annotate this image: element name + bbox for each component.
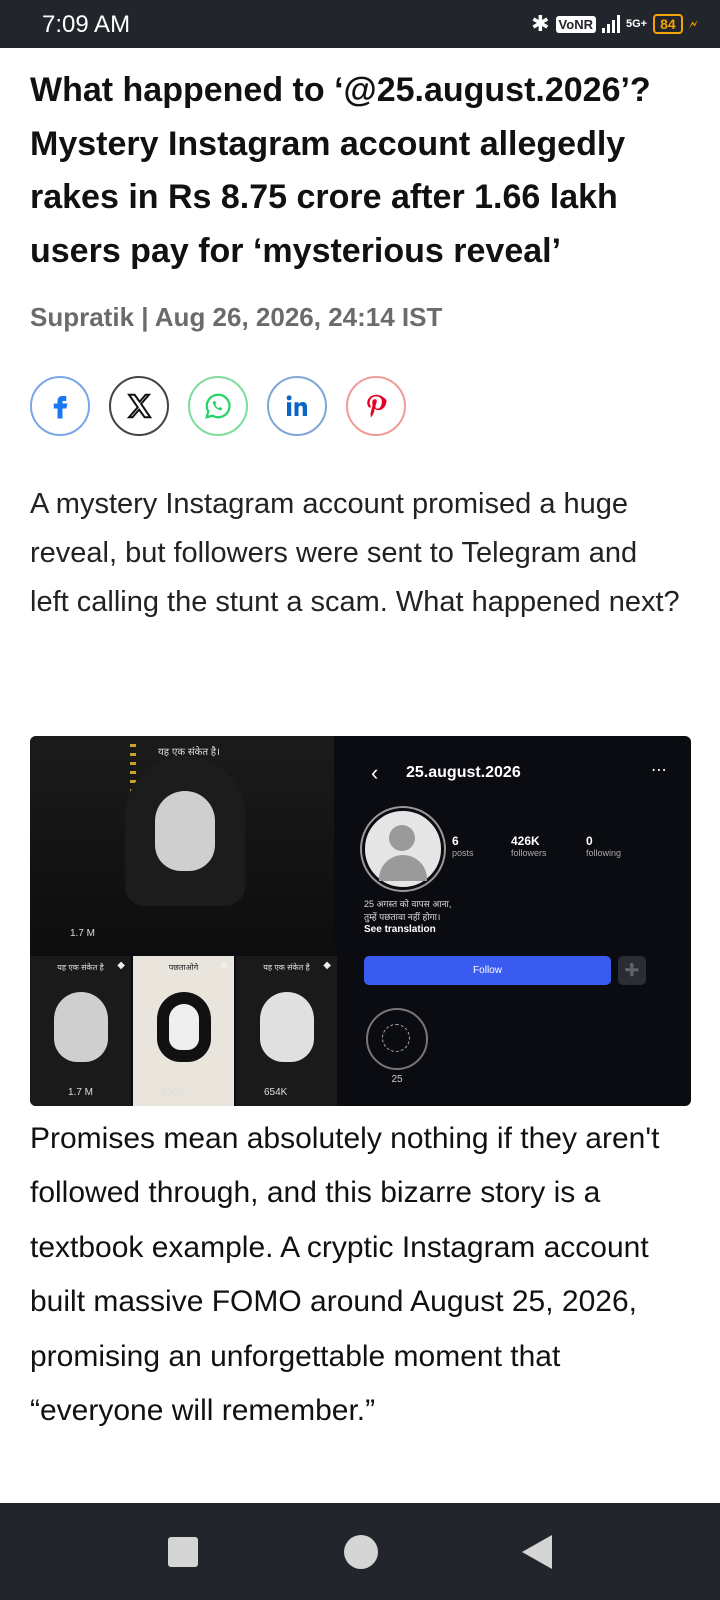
profile-avatar xyxy=(362,808,444,890)
bluetooth-icon: ✱ xyxy=(531,11,550,36)
facebook-icon xyxy=(53,396,68,419)
tile-caption: यह एक संकेत है xyxy=(57,963,104,972)
share-facebook-button[interactable] xyxy=(30,376,90,436)
bio-line: 25 अगस्त को वापस आना, xyxy=(364,899,452,909)
article-image[interactable]: यह एक संकेत है। 1.7 M यह एक संकेत है 1.7… xyxy=(30,736,691,1106)
home-circle-icon[interactable] xyxy=(344,1535,378,1569)
status-time: 7:09 AM xyxy=(42,11,131,38)
reel-caption: यह एक संकेत है। xyxy=(158,747,220,758)
battery-icon: 84 xyxy=(653,14,683,34)
reel-views: 1.7 M xyxy=(70,928,96,939)
linkedin-icon xyxy=(286,395,307,416)
share-bar xyxy=(30,376,406,436)
more-icon: ⋯ xyxy=(651,762,667,779)
followers-label: followers xyxy=(511,848,547,858)
followers-stat: 426K followers xyxy=(511,834,547,858)
tile-views: 1.7 M xyxy=(68,1087,94,1098)
reel-tile: यह एक संकेत है 654K ◆ xyxy=(236,956,337,1106)
share-linkedin-button[interactable] xyxy=(267,376,327,436)
pin-icon: ◆ xyxy=(220,960,228,971)
profile-bio: 25 अगस्त को वापस आना, तुम्हें पछतावा नही… xyxy=(364,898,451,924)
status-bar: 7:09 AM ✱ VoNR 5G+ 84 🗲 xyxy=(0,0,720,48)
add-user-icon: ➕ xyxy=(618,956,646,985)
tile-views: 806K xyxy=(161,1087,185,1098)
article-headline: What happened to ‘@25.august.2026’? Myst… xyxy=(30,71,651,270)
article-body: Promises mean absolutely nothing if they… xyxy=(30,1122,660,1428)
pinterest-icon xyxy=(367,394,387,418)
follow-button: Follow xyxy=(364,956,611,985)
following-label: following xyxy=(586,848,622,858)
tile-caption: यह एक संकेत है xyxy=(263,963,310,972)
article-byline: Supratik | Aug 26, 2026, 24:14 IST xyxy=(30,302,443,332)
posts-stat: 6 posts xyxy=(452,834,474,858)
story-highlight xyxy=(366,1008,428,1070)
share-pinterest-button[interactable] xyxy=(346,376,406,436)
posts-count: 6 xyxy=(452,834,459,848)
highlight-label: 25 xyxy=(391,1074,403,1085)
following-count: 0 xyxy=(586,834,593,848)
network-type: 5G+ xyxy=(625,18,648,30)
status-icons: ✱ VoNR 5G+ 84 🗲 xyxy=(531,10,698,38)
signal-icon xyxy=(601,15,620,33)
following-stat: 0 following xyxy=(586,834,621,858)
system-nav-bar xyxy=(0,1503,720,1600)
vonr-badge: VoNR xyxy=(555,15,596,33)
tile-caption: पछताओगे xyxy=(168,963,199,972)
article-summary: A mystery Instagram account promised a h… xyxy=(30,488,680,618)
masked-figure xyxy=(125,756,245,906)
pin-icon: ◆ xyxy=(323,960,331,971)
posts-label: posts xyxy=(452,848,474,858)
share-x-button[interactable] xyxy=(109,376,169,436)
followers-count: 426K xyxy=(511,834,540,848)
reel-tile: यह एक संकेत है 1.7 M ◆ xyxy=(30,956,131,1106)
x-icon xyxy=(126,393,153,419)
whatsapp-icon xyxy=(205,393,231,419)
back-triangle-icon[interactable] xyxy=(522,1535,552,1569)
charging-icon: 🗲 xyxy=(688,15,698,32)
recents-square-icon[interactable] xyxy=(168,1537,198,1567)
pin-icon: ◆ xyxy=(117,960,125,971)
reel-tile: पछताओगे 806K ◆ xyxy=(133,956,234,1106)
instagram-profile: ‹ 25.august.2026 ⋯ 6 posts 426K follower… xyxy=(346,736,691,1106)
bio-line: तुम्हें पछतावा नहीं होगा। xyxy=(364,912,441,922)
reel-main-thumbnail: यह एक संकेत है। 1.7 M xyxy=(30,736,334,954)
see-translation: See translation xyxy=(364,924,436,935)
share-whatsapp-button[interactable] xyxy=(188,376,248,436)
tile-views: 654K xyxy=(264,1087,288,1098)
profile-username: 25.august.2026 xyxy=(406,764,521,781)
back-icon: ‹ xyxy=(371,760,379,785)
